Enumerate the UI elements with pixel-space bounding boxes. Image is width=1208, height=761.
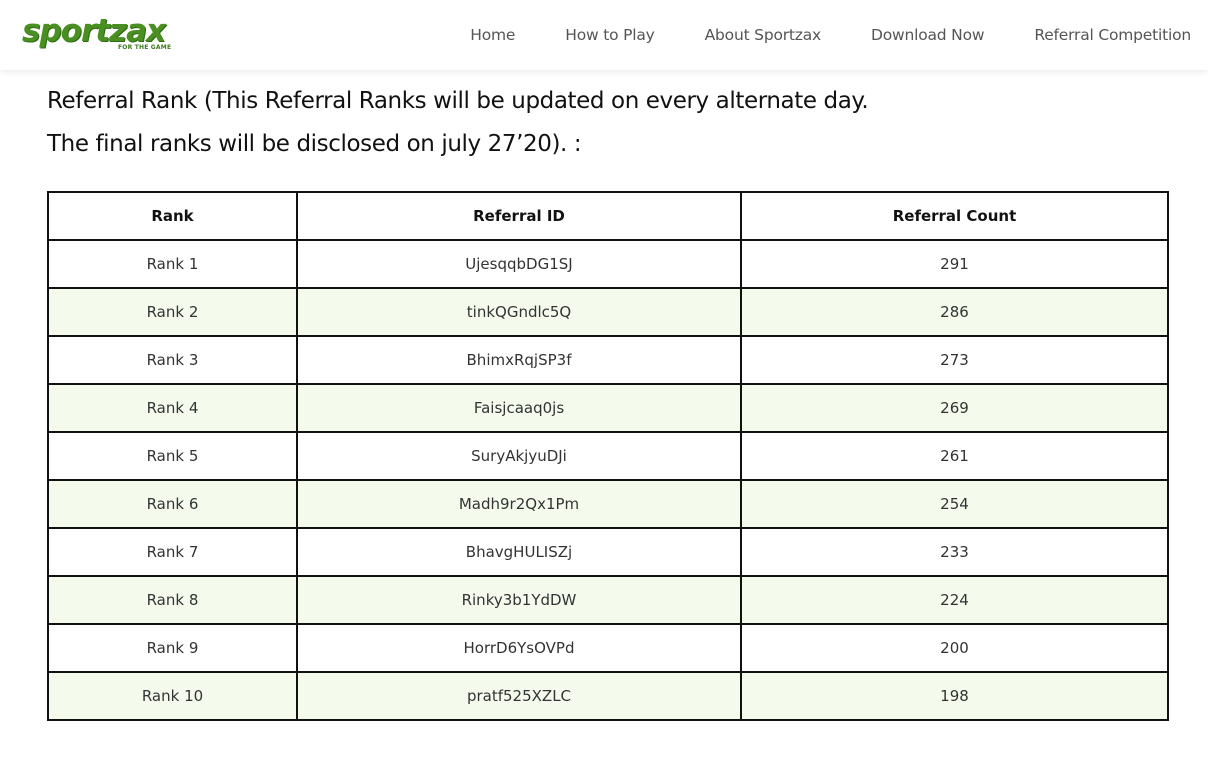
referral-count-cell: 286 (740, 287, 1169, 337)
nav-referral-competition[interactable]: Referral Competition (1034, 26, 1191, 44)
rank-cell: Rank 8 (47, 575, 298, 625)
table-row: Rank 6 Madh9r2Qx1Pm 254 (47, 479, 1169, 529)
rank-cell: Rank 10 (47, 671, 298, 721)
page-heading: Referral Rank (This Referral Ranks will … (47, 80, 1177, 166)
table-row: Rank 8 Rinky3b1YdDW 224 (47, 575, 1169, 625)
table-row: Rank 2 tinkQGndlc5Q 286 (47, 287, 1169, 337)
column-header-rank: Rank (47, 191, 298, 241)
table-row: Rank 5 SuryAkjyuDJi 261 (47, 431, 1169, 481)
heading-line-1: Referral Rank (This Referral Ranks will … (47, 88, 869, 114)
table-row: Rank 4 Faisjcaaq0js 269 (47, 383, 1169, 433)
site-header: sportzax FOR THE GAME Home How to Play A… (0, 0, 1208, 70)
rank-cell: Rank 1 (47, 239, 298, 289)
referral-count-cell: 233 (740, 527, 1169, 577)
nav-about-sportzax[interactable]: About Sportzax (705, 26, 822, 44)
table-row: Rank 1 UjesqqbDG1SJ 291 (47, 239, 1169, 289)
nav-download-now[interactable]: Download Now (871, 26, 985, 44)
referral-id-cell: BhimxRqjSP3f (296, 335, 742, 385)
rank-cell: Rank 4 (47, 383, 298, 433)
logo-tagline: FOR THE GAME (118, 44, 172, 51)
rank-cell: Rank 9 (47, 623, 298, 673)
referral-id-cell: UjesqqbDG1SJ (296, 239, 742, 289)
rank-cell: Rank 3 (47, 335, 298, 385)
referral-rank-table: Rank Referral ID Referral Count Rank 1 U… (47, 191, 1169, 721)
sportzax-logo[interactable]: sportzax FOR THE GAME (22, 14, 174, 56)
referral-id-cell: Madh9r2Qx1Pm (296, 479, 742, 529)
table-row: Rank 3 BhimxRqjSP3f 273 (47, 335, 1169, 385)
column-header-referral-count: Referral Count (740, 191, 1169, 241)
table-row: Rank 9 HorrD6YsOVPd 200 (47, 623, 1169, 673)
table-header-row: Rank Referral ID Referral Count (47, 191, 1169, 241)
table-row: Rank 7 BhavgHULISZj 233 (47, 527, 1169, 577)
referral-count-cell: 261 (740, 431, 1169, 481)
table-row: Rank 10 pratf525XZLC 198 (47, 671, 1169, 721)
referral-id-cell: Rinky3b1YdDW (296, 575, 742, 625)
rank-cell: Rank 7 (47, 527, 298, 577)
referral-id-cell: Faisjcaaq0js (296, 383, 742, 433)
referral-count-cell: 269 (740, 383, 1169, 433)
referral-id-cell: SuryAkjyuDJi (296, 431, 742, 481)
rank-cell: Rank 5 (47, 431, 298, 481)
referral-id-cell: pratf525XZLC (296, 671, 742, 721)
referral-count-cell: 254 (740, 479, 1169, 529)
logo-wordmark: sportzax (22, 13, 166, 49)
rank-cell: Rank 6 (47, 479, 298, 529)
column-header-referral-id: Referral ID (296, 191, 742, 241)
referral-count-cell: 273 (740, 335, 1169, 385)
rank-cell: Rank 2 (47, 287, 298, 337)
referral-count-cell: 200 (740, 623, 1169, 673)
referral-id-cell: HorrD6YsOVPd (296, 623, 742, 673)
heading-line-2: The final ranks will be disclosed on jul… (47, 131, 582, 157)
main-nav: Home How to Play About Sportzax Download… (470, 0, 1191, 70)
referral-id-cell: BhavgHULISZj (296, 527, 742, 577)
referral-id-cell: tinkQGndlc5Q (296, 287, 742, 337)
referral-count-cell: 224 (740, 575, 1169, 625)
referral-count-cell: 291 (740, 239, 1169, 289)
nav-how-to-play[interactable]: How to Play (565, 26, 655, 44)
referral-count-cell: 198 (740, 671, 1169, 721)
nav-home[interactable]: Home (470, 26, 515, 44)
